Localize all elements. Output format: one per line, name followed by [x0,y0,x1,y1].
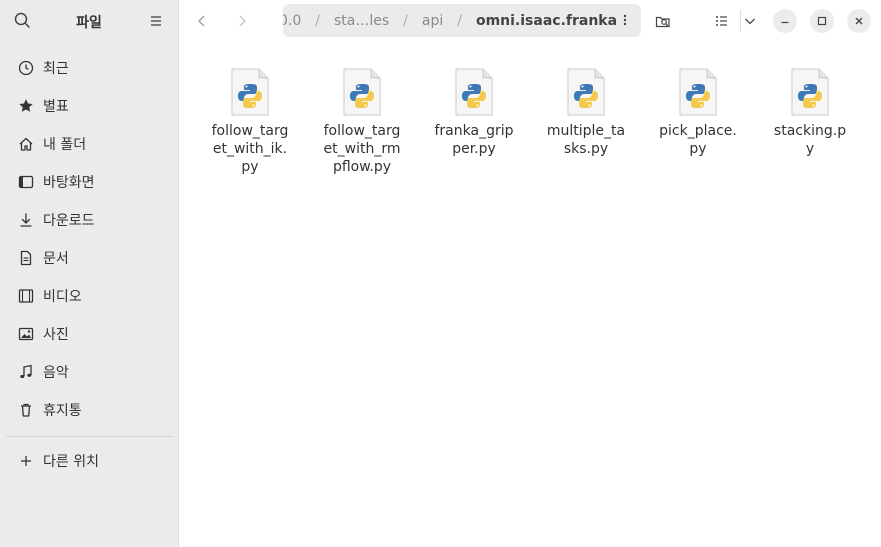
list-view-icon [716,16,727,26]
sidebar-item-home[interactable]: 내 폴더 [0,125,178,163]
file-item[interactable]: follow_target_with_ik.py [202,68,298,176]
python-file-icon [566,68,606,116]
forward-button[interactable] [230,9,254,33]
python-file-icon [230,68,270,116]
path-bar: 0.0 / sta…les / api / omni.isaac.franka [283,4,641,37]
breadcrumb-separator: / [315,12,320,29]
places-list: 최근 별표 내 폴더 바탕화면 다운로드 문서 비디오 사진 음악 휴지통 [0,49,178,429]
more-vertical-icon [623,14,627,26]
python-file-icon [342,68,382,116]
sidebar-item-other-locations[interactable]: 다른 위치 [0,442,178,480]
sidebar-header: 파일 [0,0,178,42]
sidebar-item-recent[interactable]: 최근 [0,49,178,87]
home-icon [17,135,35,153]
chevron-right-icon [239,15,246,27]
sidebar-item-label: 내 폴더 [43,137,87,153]
file-item[interactable]: stacking.py [762,68,858,158]
breadcrumb-item[interactable]: sta…les [330,13,393,29]
search-folder-icon [655,16,670,28]
chevron-down-icon [745,18,755,25]
sidebar: 파일 최근 별표 내 폴더 바탕화면 다운로드 문서 비디오 사진 음악 휴지통… [0,0,179,547]
file-item[interactable]: follow_target_with_rmpflow.py [314,68,410,176]
file-name: pick_place.py [659,123,737,157]
image-icon [17,325,35,343]
download-icon [17,211,35,229]
file-name: follow_target_with_ik.py [211,123,289,175]
file-name: stacking.py [773,123,847,157]
breadcrumb-current[interactable]: omni.isaac.franka [472,13,621,29]
maximize-button[interactable] [810,9,834,33]
chevron-left-icon [198,15,205,27]
sidebar-item-label: 다른 위치 [43,454,99,470]
sidebar-item-label: 휴지통 [43,403,82,419]
path-menu-button[interactable] [615,10,635,30]
desktop-icon [17,173,35,191]
close-button[interactable] [847,9,871,33]
plus-icon [17,452,35,470]
breadcrumb-separator: / [457,12,462,29]
python-file-icon [678,68,718,116]
minimize-button[interactable] [773,9,797,33]
sidebar-item-desktop[interactable]: 바탕화면 [0,163,178,201]
sidebar-item-label: 사진 [43,327,69,343]
sidebar-item-pictures[interactable]: 사진 [0,315,178,353]
back-button[interactable] [190,9,214,33]
star-icon [17,97,35,115]
file-name: multiple_tasks.py [546,123,626,157]
file-grid: follow_target_with_ik.py follow_target_w… [179,42,881,547]
search-folder-button[interactable] [651,9,675,33]
video-icon [17,287,35,305]
header-bar: 0.0 / sta…les / api / omni.isaac.franka [179,0,881,42]
python-file-icon [454,68,494,116]
breadcrumb-item[interactable]: 0.0 [283,13,305,29]
close-icon [855,17,863,25]
document-icon [17,249,35,267]
file-item[interactable]: multiple_tasks.py [538,68,634,158]
breadcrumb-separator: / [403,12,408,29]
sidebar-item-videos[interactable]: 비디오 [0,277,178,315]
sidebar-item-label: 문서 [43,251,69,267]
file-name: franka_gripper.py [434,123,514,157]
clock-icon [17,59,35,77]
file-name: follow_target_with_rmpflow.py [323,123,401,175]
sidebar-item-music[interactable]: 음악 [0,353,178,391]
maximize-icon [817,16,827,26]
hamburger-menu-icon[interactable] [146,11,166,31]
other-locations-section: 다른 위치 [0,442,178,480]
sidebar-item-label: 최근 [43,61,69,77]
file-item[interactable]: franka_gripper.py [426,68,522,158]
trash-icon [17,401,35,419]
minimize-icon [781,21,789,24]
file-item[interactable]: pick_place.py [650,68,746,158]
sidebar-separator [6,436,173,437]
sidebar-item-label: 별표 [43,99,69,115]
sidebar-item-starred[interactable]: 별표 [0,87,178,125]
sidebar-item-label: 음악 [43,365,69,381]
sidebar-item-downloads[interactable]: 다운로드 [0,201,178,239]
view-options-button[interactable] [738,9,762,33]
breadcrumb-item[interactable]: api [418,13,447,29]
sidebar-item-trash[interactable]: 휴지통 [0,391,178,429]
python-file-icon [790,68,830,116]
sidebar-item-documents[interactable]: 문서 [0,239,178,277]
sidebar-item-label: 다운로드 [43,213,95,229]
sidebar-item-label: 바탕화면 [43,175,95,191]
sidebar-item-label: 비디오 [43,289,82,305]
music-icon [17,363,35,381]
view-list-button[interactable] [710,9,734,33]
